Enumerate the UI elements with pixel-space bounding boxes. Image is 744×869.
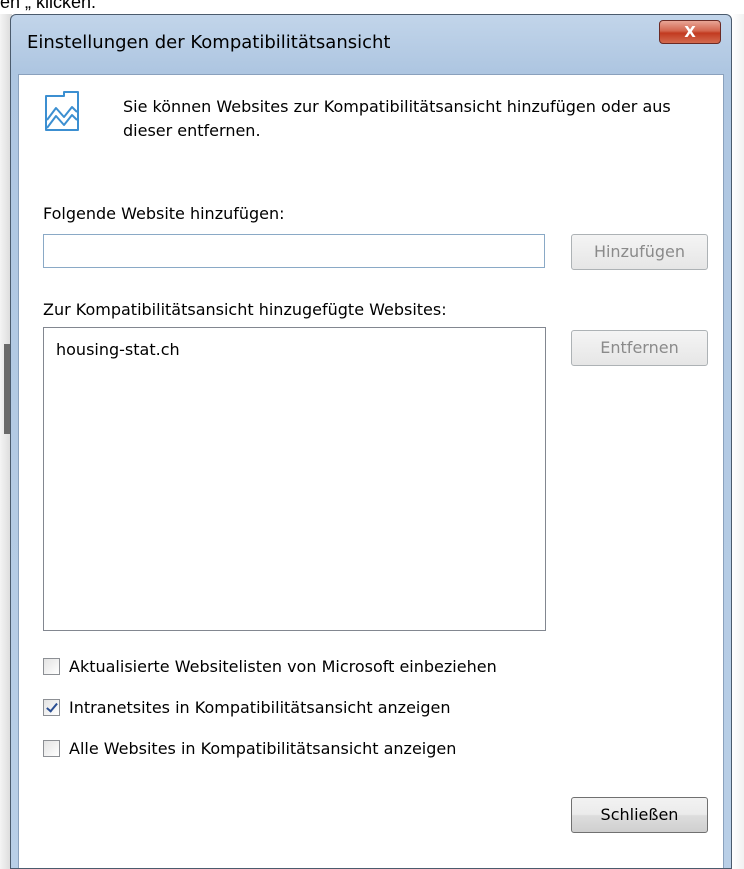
info-text: Sie können Websites zur Kompatibilitätsa… (123, 97, 671, 140)
all-websites-label[interactable]: Alle Websites in Kompatibilitätsansicht … (69, 739, 456, 758)
remove-button[interactable]: Entfernen (571, 330, 708, 366)
background-caption: en „ klicken. (0, 0, 97, 12)
websites-list-label: Zur Kompatibilitätsansicht hinzugefügte … (43, 300, 447, 319)
microsoft-lists-label[interactable]: Aktualisierte Websitelisten von Microsof… (69, 657, 497, 676)
add-website-label: Folgende Website hinzufügen: (43, 204, 285, 223)
close-button[interactable]: Schließen (571, 797, 708, 833)
add-website-input[interactable] (44, 235, 544, 267)
background-window-edge-right (732, 14, 744, 869)
compatibility-view-icon (45, 91, 79, 131)
intranet-checkbox[interactable] (43, 699, 60, 716)
dialog-titlebar[interactable]: Einstellungen der Kompatibilitätsansicht… (11, 15, 731, 75)
all-websites-checkbox[interactable] (43, 740, 60, 757)
add-website-field[interactable] (43, 234, 545, 268)
title-close-button[interactable]: X (659, 20, 721, 44)
websites-listbox[interactable]: housing-stat.ch (43, 327, 546, 631)
list-item[interactable]: housing-stat.ch (56, 340, 180, 359)
add-button[interactable]: Hinzufügen (571, 234, 708, 270)
microsoft-lists-checkbox[interactable] (43, 658, 60, 675)
intranet-label[interactable]: Intranetsites in Kompatibilitätsansicht … (69, 698, 451, 717)
dialog-title: Einstellungen der Kompatibilitätsansicht (27, 32, 391, 53)
